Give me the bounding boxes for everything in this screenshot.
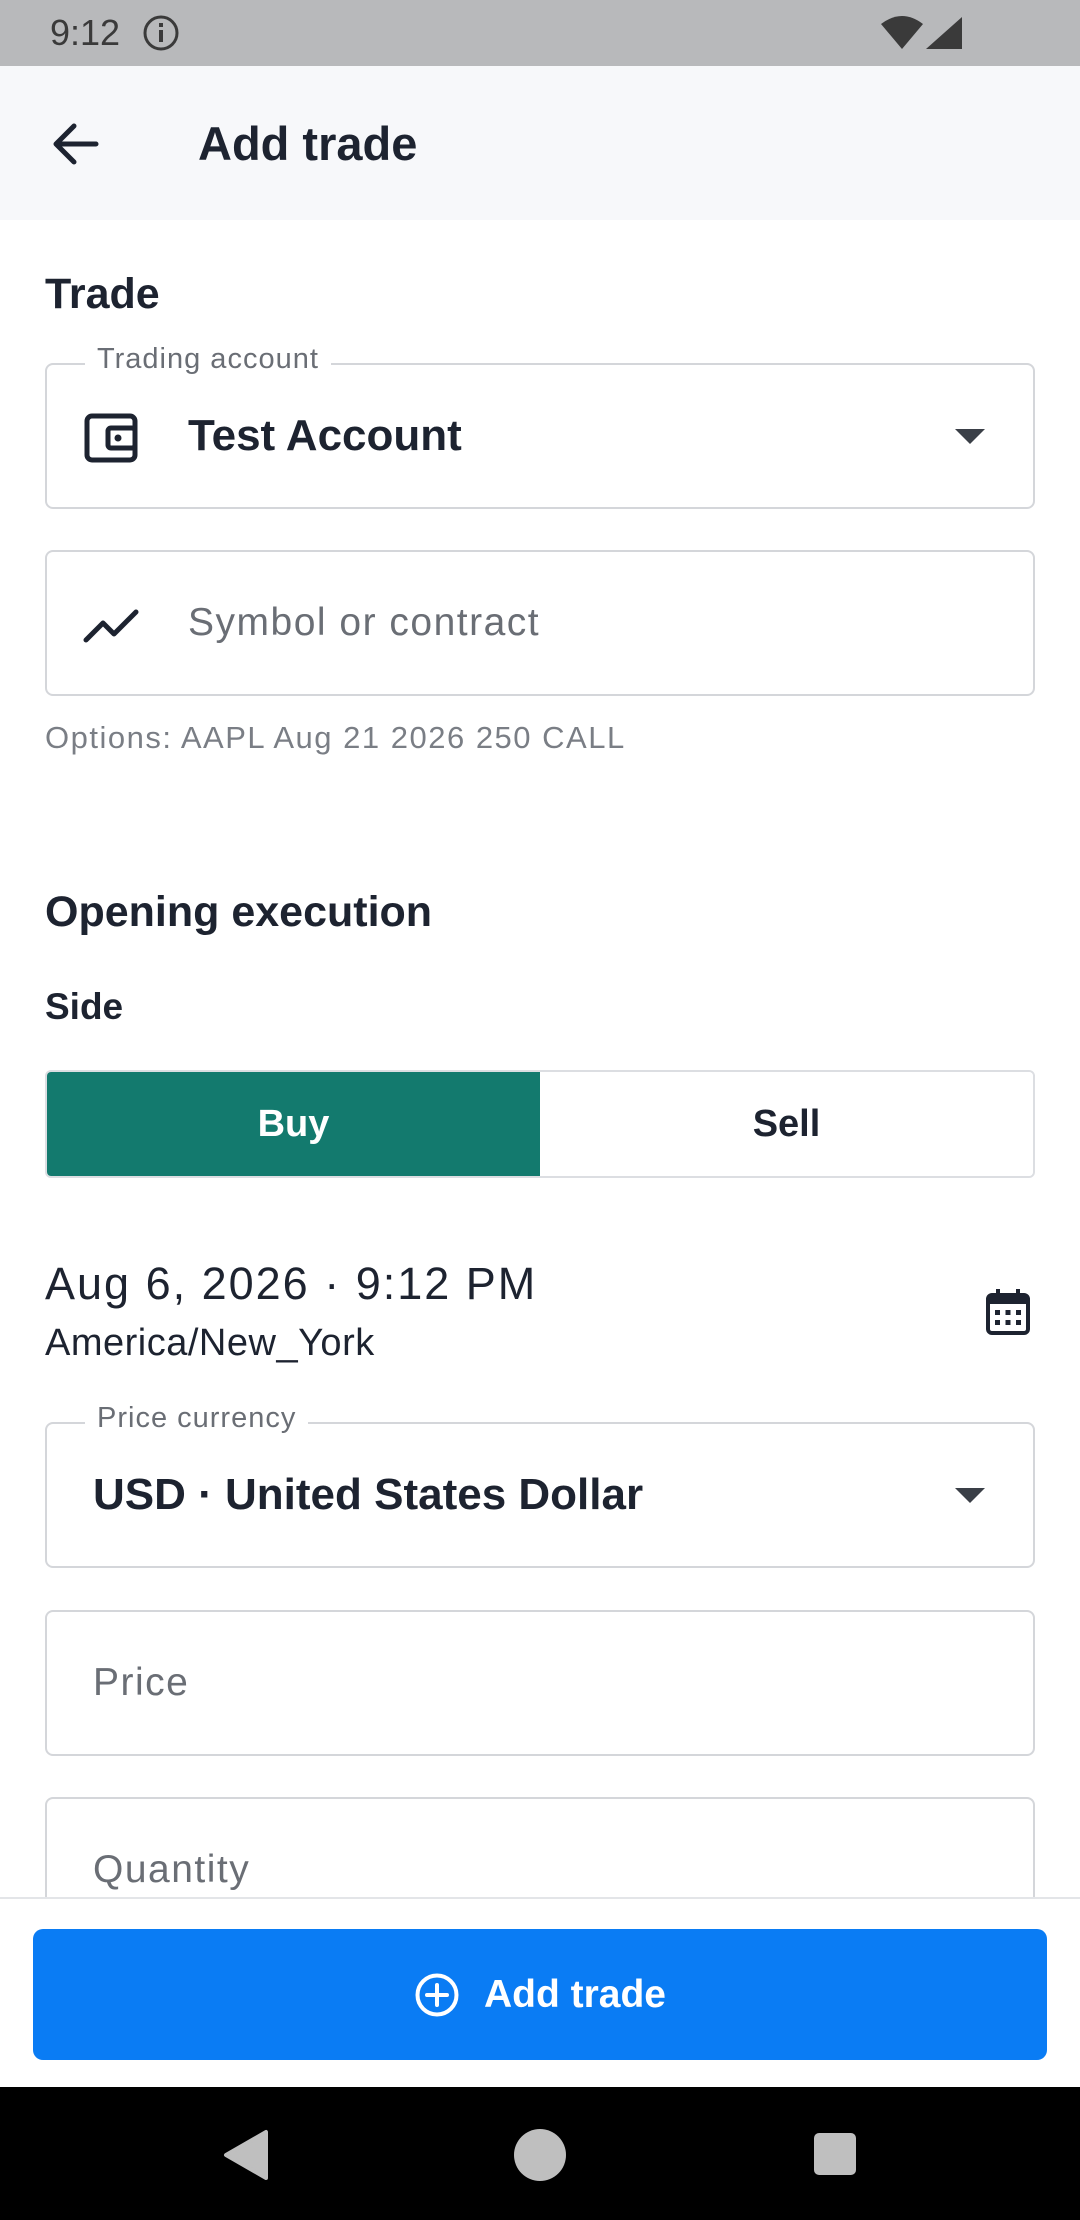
trade-section-title: Trade — [45, 270, 160, 318]
dropdown-arrow-icon — [955, 429, 985, 444]
bottom-action-bar: Add trade — [0, 1899, 1080, 2087]
add-trade-label: Add trade — [483, 1972, 666, 2016]
side-label: Side — [45, 986, 124, 1027]
back-button[interactable] — [36, 109, 116, 179]
wifi-icon — [880, 16, 924, 55]
opening-execution-title: Opening execution — [45, 888, 433, 936]
price-placeholder: Price — [93, 1661, 190, 1704]
symbol-placeholder: Symbol or contract — [188, 601, 541, 644]
status-time: 9:12 — [50, 12, 121, 53]
side-buy-button[interactable]: Buy — [47, 1072, 540, 1176]
signal-icon — [924, 16, 964, 55]
nav-home-icon[interactable] — [514, 2129, 566, 2181]
add-trade-screen: 9:12 Add trade Trade Trading account Tes… — [0, 0, 1080, 2220]
dropdown-arrow-icon — [955, 1488, 985, 1503]
trading-account-select[interactable]: Trading account Test Account — [45, 343, 1035, 509]
nav-recents-icon[interactable] — [814, 2133, 856, 2175]
price-input[interactable]: Price — [45, 1610, 1035, 1756]
trading-account-value: Test Account — [188, 411, 462, 460]
app-bar: Add trade — [0, 66, 1080, 220]
quantity-input[interactable]: Quantity — [45, 1797, 1035, 1907]
calendar-icon — [986, 1289, 1030, 1335]
side-sell-button[interactable]: Sell — [540, 1072, 1033, 1176]
calendar-button[interactable] — [978, 1282, 1038, 1342]
quantity-placeholder: Quantity — [93, 1848, 251, 1891]
trending-up-icon — [83, 597, 139, 653]
symbol-helper-text: Options: AAPL Aug 21 2026 250 CALL — [45, 720, 626, 755]
system-nav-bar — [0, 2087, 1080, 2220]
page-title: Add trade — [198, 117, 418, 170]
status-bar: 9:12 — [0, 0, 1080, 66]
price-currency-select[interactable]: Price currency USD · United States Dolla… — [45, 1402, 1035, 1568]
symbol-input[interactable]: Symbol or contract — [45, 550, 1035, 696]
execution-timezone: America/New_York — [45, 1322, 375, 1364]
arrow-left-icon — [53, 123, 99, 165]
price-currency-value: USD · United States Dollar — [93, 1470, 644, 1519]
nav-back-icon[interactable] — [222, 2129, 270, 2186]
side-toggle: Buy Sell — [45, 1070, 1035, 1178]
add-trade-button[interactable]: Add trade — [33, 1929, 1047, 2060]
plus-circle-icon — [415, 1973, 459, 2016]
wallet-icon — [83, 410, 139, 466]
info-icon — [142, 14, 180, 52]
price-currency-label: Price currency — [85, 1402, 309, 1435]
trading-account-label: Trading account — [85, 343, 331, 376]
execution-datetime[interactable]: Aug 6, 2026 · 9:12 PM — [45, 1258, 537, 1310]
